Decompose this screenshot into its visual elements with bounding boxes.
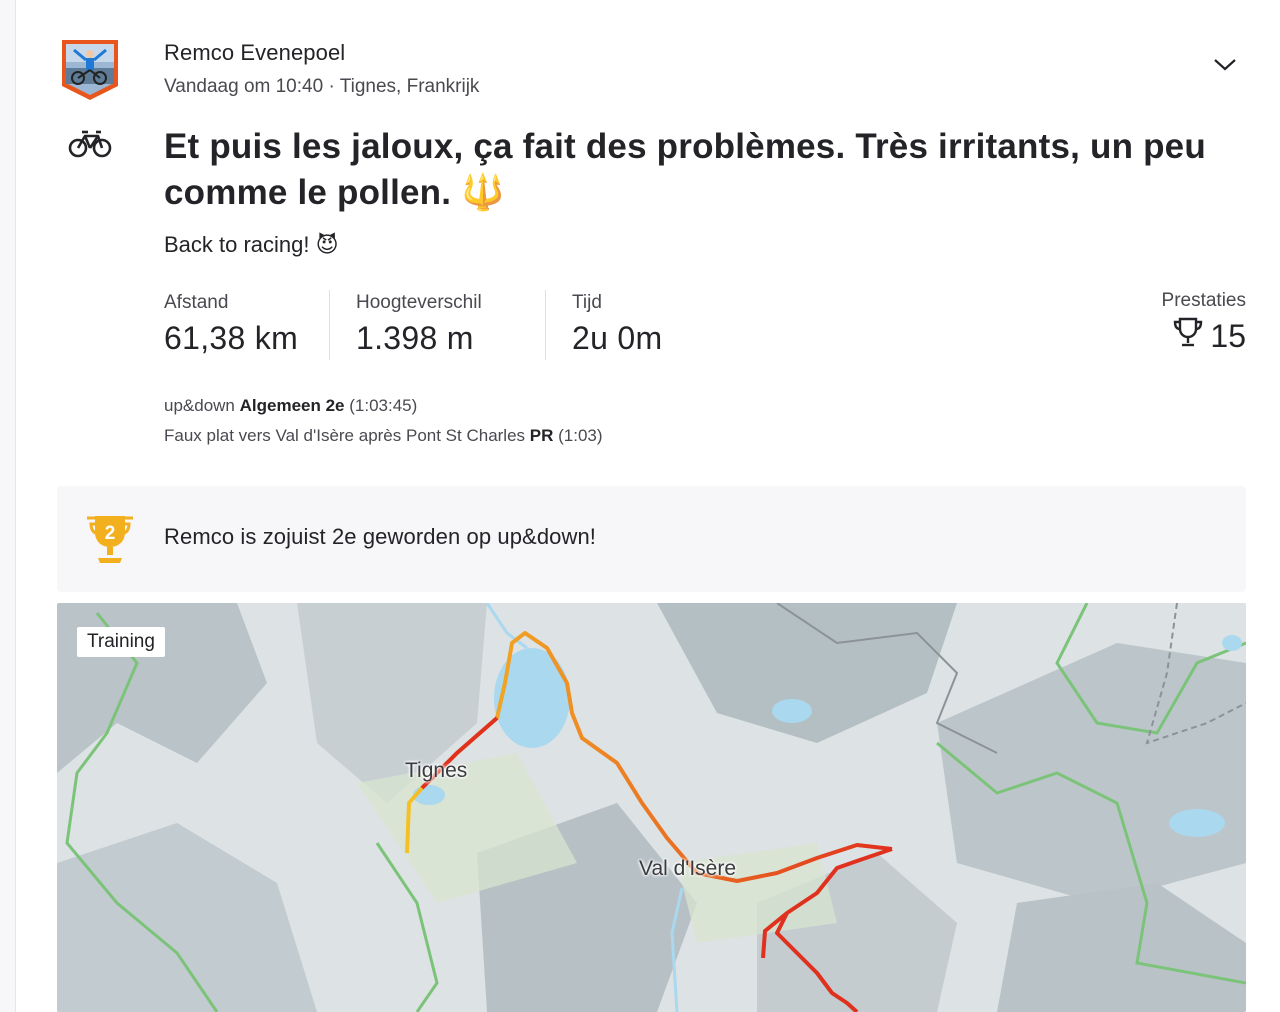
segment-name: up&down (164, 396, 235, 415)
map-place-label: Val d'Isère (639, 857, 737, 880)
trophy-icon (1172, 316, 1204, 356)
stat-label: Tijd (572, 292, 602, 313)
achievements-count: 15 (1210, 317, 1246, 354)
stat-label: Hoogteverschil (356, 292, 482, 313)
athlete-avatar[interactable] (60, 38, 120, 102)
achievements-count-row: 15 (1162, 316, 1246, 356)
athlete-avatar-shield-icon (62, 40, 118, 100)
achievements-summary[interactable]: Prestaties 15 (1162, 290, 1246, 356)
stat-value: 61,38 km (164, 320, 299, 356)
activity-stats: Afstand 61,38 km Hoogteverschil 1.398 m … (164, 290, 718, 360)
stat-value: 2u 0m (572, 320, 663, 356)
achievements-label: Prestaties (1161, 290, 1246, 311)
segment-efforts: up&down Algemeen 2e (1:03:45) Faux plat … (164, 391, 603, 451)
stat-elevation: Hoogteverschil 1.398 m (356, 290, 546, 360)
stat-distance: Afstand 61,38 km (164, 290, 330, 360)
map-place-label: Tignes (405, 759, 468, 782)
activity-timestamp-location: Vandaag om 10:40 · Tignes, Frankrijk (164, 76, 480, 97)
stat-value: 1.398 m (356, 320, 474, 356)
map-activity-type-tag: Training (77, 627, 165, 657)
activity-title[interactable]: Et puis les jaloux, ça fait des problème… (164, 124, 1214, 216)
stat-time: Tijd 2u 0m (572, 290, 692, 360)
route-map[interactable]: Training Tignes Val d'Isère (57, 603, 1246, 1012)
map-terrain (57, 603, 1246, 1012)
segment-effort-row[interactable]: up&down Algemeen 2e (1:03:45) (164, 391, 603, 421)
activity-description: Back to racing! 😈 (164, 232, 339, 257)
segment-name: Faux plat vers Val d'Isère après Pont St… (164, 426, 526, 445)
bike-icon (68, 128, 112, 160)
achievement-banner-text: Remco is zojuist 2e geworden op up&down! (164, 524, 597, 549)
segment-rank: PR (529, 426, 554, 445)
segment-effort-row[interactable]: Faux plat vers Val d'Isère après Pont St… (164, 421, 603, 451)
trophy-rank: 2 (105, 523, 116, 544)
segment-rank: Algemeen 2e (239, 396, 345, 415)
athlete-name[interactable]: Remco Evenepoel (164, 40, 345, 66)
gold-trophy-icon: 2 (83, 512, 137, 566)
chevron-down-icon[interactable] (1212, 52, 1238, 76)
segment-time: (1:03) (558, 426, 603, 445)
segment-time: (1:03:45) (349, 396, 418, 415)
activity-card: Remco Evenepoel Vandaag om 10:40 · Tigne… (16, 0, 1280, 1012)
feed-left-gutter (0, 0, 16, 1012)
achievement-banner[interactable]: 2 Remco is zojuist 2e geworden op up&dow… (57, 486, 1246, 592)
stat-label: Afstand (164, 292, 229, 313)
